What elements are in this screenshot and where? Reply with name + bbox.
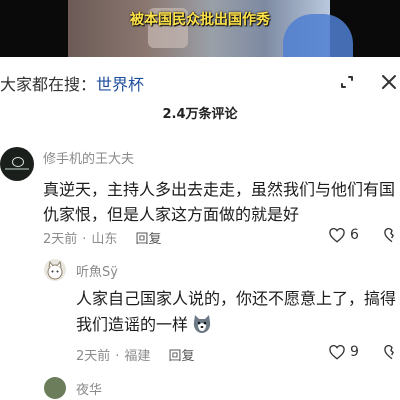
dislike-icon[interactable] (383, 343, 400, 361)
avatar[interactable] (44, 377, 66, 399)
comment-author[interactable]: 听魚Sÿ (76, 261, 118, 280)
separator-dot: · (82, 232, 87, 247)
comment-time: 2天前 (76, 349, 111, 364)
comment-text-line: 人家自己国家人说的，你还不愿意上了，搞得 (76, 289, 397, 308)
comment-location: 山东 (91, 232, 118, 247)
dislike-icon[interactable] (383, 226, 400, 244)
cat-avatar-icon (47, 260, 63, 280)
comment-count: 2.4万条评论 (162, 107, 238, 122)
search-prefix: 大家都在搜： (0, 75, 97, 94)
reply-button[interactable]: 回复 (168, 349, 194, 364)
close-icon[interactable] (376, 69, 400, 95)
video-player[interactable]: 被本国民众批出国作秀 (0, 0, 400, 57)
reply-button[interactable]: 回复 (135, 232, 161, 247)
like-count: 9 (350, 344, 359, 360)
comment-text-line: 真逆天，主持人多出去走走，虽然我们与他们有国 (43, 180, 396, 199)
search-suggestion-bar[interactable]: 大家都在搜：世界杯 (0, 64, 400, 98)
search-keyword[interactable]: 世界杯 (96, 75, 144, 94)
heart-icon (329, 344, 345, 360)
heart-icon (329, 227, 345, 243)
comment-text-line: 我们造谣的一样 (76, 311, 213, 335)
separator-dot: · (115, 349, 120, 364)
husky-emoji-icon (193, 315, 211, 333)
avatar[interactable] (0, 147, 34, 181)
avatar[interactable] (44, 259, 66, 281)
comment-time: 2天前 (43, 232, 78, 247)
comment-author[interactable]: 夜华 (76, 379, 102, 398)
comment-meta: 2天前 · 福建 回复 (76, 345, 194, 364)
avatar-logo (12, 157, 24, 167)
expand-icon[interactable] (334, 69, 360, 95)
comment-author[interactable]: 修手机的王大夫 (43, 148, 134, 167)
comment-meta: 2天前 · 山东 回复 (43, 228, 161, 247)
comment-text: 我们造谣的一样 (76, 315, 189, 334)
search-suggestion[interactable]: 大家都在搜：世界杯 (0, 71, 144, 95)
avatar-text (5, 168, 29, 170)
comment-text-line: 仇家恨，但是人家这方面做的就是好 (43, 205, 300, 224)
comment-location: 福建 (124, 349, 151, 364)
video-caption: 被本国民众批出国作秀 (130, 12, 270, 28)
like-count: 6 (350, 227, 359, 243)
